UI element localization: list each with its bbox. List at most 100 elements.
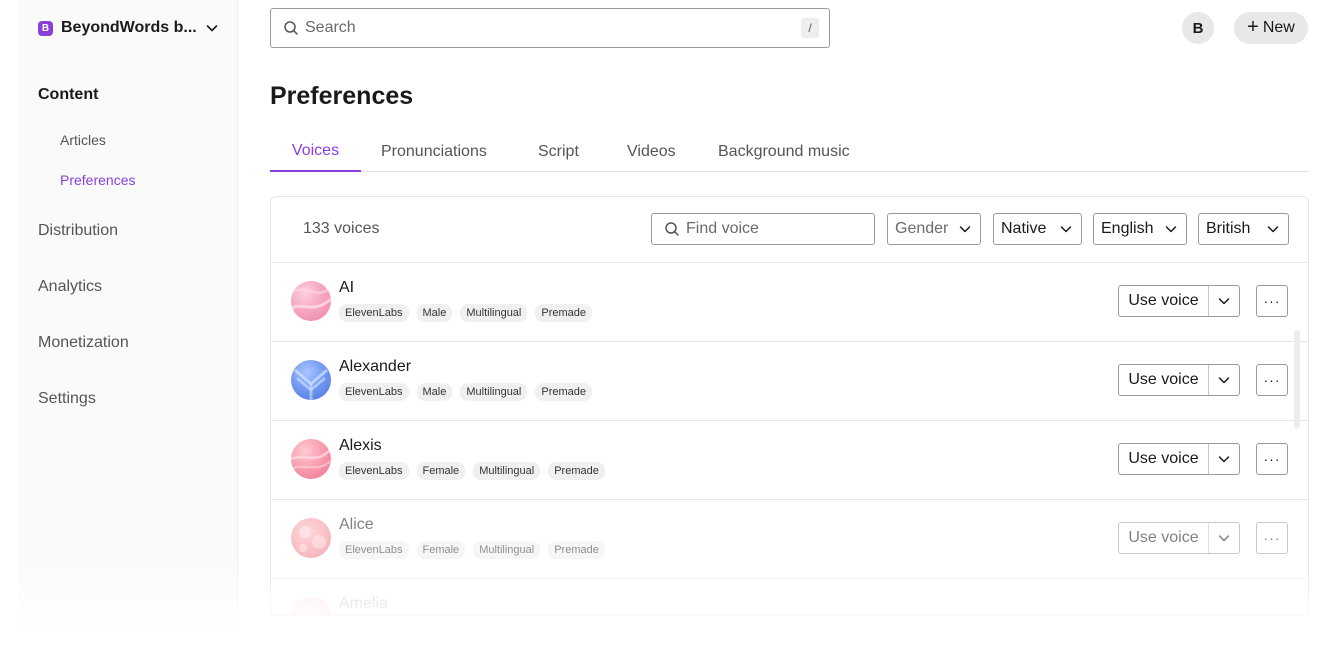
- chevron-down-icon: [1218, 298, 1230, 305]
- voice-tag: Premade: [548, 541, 605, 559]
- more-options-button[interactable]: ···: [1256, 364, 1288, 396]
- voice-tag: Premade: [535, 383, 593, 401]
- voice-tags: ElevenLabs Male Multilingual Premade: [339, 383, 593, 401]
- use-voice-button: Use voice: [1118, 285, 1240, 317]
- voice-name: Amelia: [339, 595, 388, 612]
- accent-filter-label: British: [1206, 220, 1251, 237]
- voice-tag: ElevenLabs: [339, 541, 409, 559]
- use-voice-dropdown[interactable]: [1209, 365, 1239, 395]
- chevron-down-icon: [1218, 456, 1230, 463]
- new-button[interactable]: + New: [1234, 12, 1308, 44]
- use-voice-dropdown[interactable]: [1209, 523, 1239, 553]
- new-button-label: New: [1262, 19, 1295, 36]
- sidebar-item-preferences[interactable]: Preferences: [60, 172, 135, 188]
- more-options-button[interactable]: ···: [1256, 443, 1288, 475]
- chevron-down-icon: [1218, 535, 1230, 542]
- voice-tag: Multilingual: [473, 541, 541, 559]
- use-voice-label[interactable]: Use voice: [1119, 523, 1209, 553]
- voice-tag: Multilingual: [460, 304, 528, 322]
- search-shortcut-key: /: [801, 18, 819, 38]
- native-filter[interactable]: Native: [993, 213, 1082, 245]
- voice-tags: ElevenLabs Female Multilingual Premade: [339, 541, 605, 559]
- voice-avatar: [291, 360, 331, 400]
- search-input[interactable]: Search /: [270, 8, 830, 48]
- voice-tag: ElevenLabs: [339, 383, 409, 401]
- use-voice-label[interactable]: Use voice: [1119, 365, 1209, 395]
- voice-tag: Male: [416, 383, 453, 401]
- tab-videos[interactable]: Videos: [627, 132, 676, 172]
- search-icon: [665, 222, 679, 236]
- voice-avatar: [291, 518, 331, 558]
- voice-avatar: [291, 439, 331, 479]
- voice-tag: Multilingual: [460, 383, 528, 401]
- search-icon: [284, 21, 298, 35]
- voice-tag: ElevenLabs: [339, 462, 409, 480]
- voice-name: Alexis: [339, 437, 382, 454]
- voice-name: Alice: [339, 516, 374, 533]
- more-options-button[interactable]: ···: [1256, 285, 1288, 317]
- gender-filter-label: Gender: [895, 220, 949, 237]
- voice-avatar: [291, 281, 331, 321]
- native-filter-label: Native: [1001, 220, 1047, 237]
- use-voice-label[interactable]: Use voice: [1119, 286, 1209, 316]
- chevron-down-icon: [959, 226, 971, 233]
- voice-tags: ElevenLabs Male Multilingual Premade: [339, 304, 593, 322]
- voice-name: AI: [339, 279, 355, 296]
- sidebar-item-settings[interactable]: Settings: [38, 390, 96, 408]
- language-filter-label: English: [1101, 220, 1154, 237]
- use-voice-label[interactable]: Use voice: [1119, 444, 1209, 474]
- find-voice-placeholder: Find voice: [686, 220, 759, 237]
- use-voice-button: Use voice: [1118, 443, 1240, 475]
- more-options-button[interactable]: ···: [1256, 522, 1288, 554]
- voice-row: Amelia: [271, 579, 1308, 615]
- sidebar-item-analytics[interactable]: Analytics: [38, 278, 102, 296]
- sidebar-item-monetization[interactable]: Monetization: [38, 334, 129, 352]
- voice-row: AI ElevenLabs Male Multilingual Premade …: [271, 263, 1308, 342]
- use-voice-dropdown[interactable]: [1209, 444, 1239, 474]
- voice-row: Alice ElevenLabs Female Multilingual Pre…: [271, 500, 1308, 579]
- chevron-down-icon: [1060, 226, 1072, 233]
- workspace-name: BeyondWords b...: [61, 19, 197, 36]
- voice-count: 133 voices: [303, 220, 380, 237]
- plus-icon: +: [1247, 16, 1259, 38]
- voices-toolbar: 133 voices Find voice Gender Native Engl…: [271, 197, 1308, 263]
- workspace-badge: B: [38, 20, 53, 36]
- sidebar-item-content[interactable]: Content: [38, 86, 98, 104]
- voice-row: Alexis ElevenLabs Female Multilingual Pr…: [271, 421, 1308, 500]
- workspace-switcher[interactable]: B BeyondWords b...: [38, 16, 219, 40]
- use-voice-button: Use voice: [1118, 522, 1240, 554]
- voice-name: Alexander: [339, 358, 412, 375]
- voices-panel: 133 voices Find voice Gender Native Engl…: [270, 196, 1309, 616]
- scrollbar[interactable]: [1294, 330, 1300, 428]
- gender-filter[interactable]: Gender: [887, 213, 981, 245]
- tab-background-music[interactable]: Background music: [718, 132, 850, 172]
- page-title: Preferences: [270, 82, 414, 110]
- voice-tag: Multilingual: [473, 462, 541, 480]
- tab-voices[interactable]: Voices: [270, 132, 361, 172]
- voice-row: Alexander ElevenLabs Male Multilingual P…: [271, 342, 1308, 421]
- chevron-down-icon: [206, 25, 218, 32]
- voice-tag: Premade: [548, 462, 605, 480]
- voice-tag: ElevenLabs: [339, 304, 409, 322]
- accent-filter[interactable]: British: [1198, 213, 1289, 245]
- find-voice-input[interactable]: Find voice: [651, 213, 875, 245]
- chevron-down-icon: [1267, 226, 1279, 233]
- voice-tag: Female: [416, 541, 466, 559]
- voice-tag: Male: [416, 304, 453, 322]
- use-voice-dropdown[interactable]: [1209, 286, 1239, 316]
- voice-tag: Female: [416, 462, 466, 480]
- language-filter[interactable]: English: [1093, 213, 1187, 245]
- user-avatar[interactable]: B: [1182, 12, 1214, 44]
- tab-pronunciations[interactable]: Pronunciations: [381, 132, 487, 172]
- tab-script[interactable]: Script: [538, 132, 579, 172]
- use-voice-button: Use voice: [1118, 364, 1240, 396]
- sidebar-item-distribution[interactable]: Distribution: [38, 222, 118, 240]
- search-placeholder: Search: [305, 19, 356, 36]
- voice-tags: ElevenLabs Female Multilingual Premade: [339, 462, 605, 480]
- sidebar-item-articles[interactable]: Articles: [60, 132, 106, 148]
- voice-avatar: [291, 597, 331, 615]
- sidebar: B BeyondWords b... Content Articles Pref…: [18, 0, 238, 663]
- voice-tag: Premade: [535, 304, 593, 322]
- tab-bar: Voices Pronunciations Script Videos Back…: [270, 132, 1309, 172]
- chevron-down-icon: [1165, 226, 1177, 233]
